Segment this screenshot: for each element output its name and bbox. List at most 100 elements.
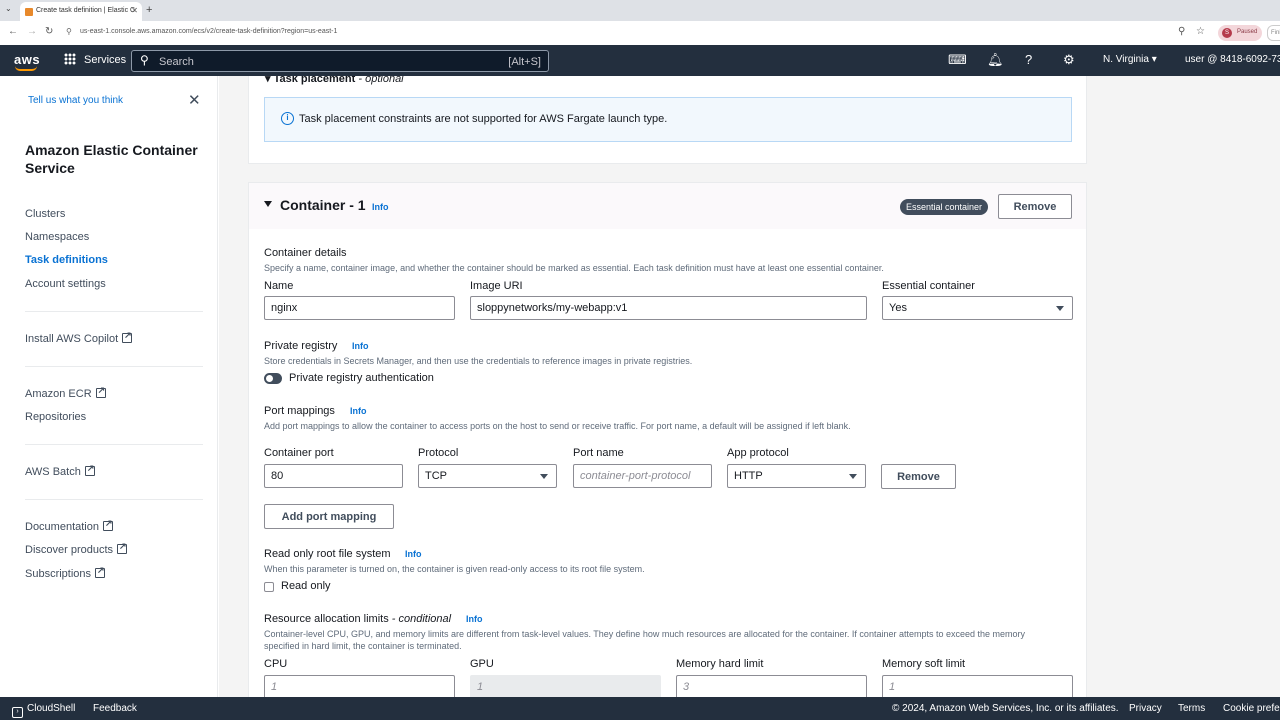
privacy-link[interactable]: Privacy [1129,703,1162,714]
port-mappings-info-link[interactable]: Info [350,406,367,416]
resource-limits-suffix: - conditional [391,613,452,625]
info-icon: i [281,112,294,125]
remove-container-button[interactable]: Remove [998,194,1072,219]
feedback-link[interactable]: Tell us what you think [28,95,123,106]
aws-favicon-icon [25,8,33,16]
close-tab-icon[interactable]: ✕ [131,6,138,15]
container-port-label: Container port [264,447,334,459]
port-name-input[interactable]: container-port-protocol [573,464,712,488]
memory-soft-limit-input[interactable]: 1 [882,675,1073,697]
add-port-mapping-button[interactable]: Add port mapping [264,504,394,529]
bookmark-star-icon[interactable]: ☆ [1196,26,1205,37]
zoom-icon[interactable]: ⚲ [1178,26,1185,37]
sidebar-item-account-settings[interactable]: Account settings [25,278,106,290]
aws-top-nav: aws Services ⚲ Search [Alt+S] ⌨ 🔔︎ ? ⚙ N… [0,45,1280,76]
forward-icon[interactable]: → [27,26,37,37]
sidebar: Tell us what you think ✕ Amazon Elastic … [0,76,218,697]
account-label: user @ 8418-6092-73 [1185,54,1280,65]
remove-port-mapping-button[interactable]: Remove [881,464,956,489]
container-info-link[interactable]: Info [372,202,389,212]
private-registry-toggle-label: Private registry authentication [289,372,434,384]
services-label: Services [84,54,127,66]
sidebar-item-namespaces[interactable]: Namespaces [25,231,89,243]
sidebar-link-documentation[interactable]: Documentation [25,518,113,533]
services-menu-button[interactable]: Services [64,53,126,66]
cloudshell-button[interactable]: › CloudShell [12,703,75,718]
name-label: Name [264,280,294,292]
container-details-label: Container details [264,247,347,259]
caret-down-icon[interactable] [264,201,272,207]
sidebar-link-install-copilot[interactable]: Install AWS Copilot [25,330,133,345]
browser-tab[interactable]: Create task definition | Elastic C ✕ [20,2,142,21]
read-only-info-link[interactable]: Info [405,549,422,559]
url-text[interactable]: us-east-1.console.aws.amazon.com/ecs/v2/… [80,28,337,35]
sidebar-divider [25,444,203,445]
memory-hard-limit-input[interactable]: 3 [676,675,867,697]
memory-soft-limit-label: Memory soft limit [882,658,966,670]
search-shortcut: [Alt+S] [508,56,541,68]
footer-feedback-link[interactable]: Feedback [93,703,137,714]
cloudshell-icon[interactable]: ⌨ [948,52,967,68]
protocol-select[interactable]: TCP [418,464,557,488]
terminal-icon: › [12,707,23,718]
new-tab-icon[interactable]: + [146,4,152,16]
name-input[interactable]: nginx [264,296,455,320]
aws-logo[interactable]: aws [14,52,40,67]
cookie-preferences-link[interactable]: Cookie preferences [1223,703,1280,714]
sidebar-item-clusters[interactable]: Clusters [25,208,65,220]
port-name-label: Port name [573,447,624,459]
sidebar-item-task-definitions[interactable]: Task definitions [25,254,108,266]
bell-icon[interactable]: 🔔︎ [987,52,1004,68]
sidebar-link-subscriptions[interactable]: Subscriptions [25,565,106,580]
cloudshell-label: CloudShell [27,703,76,714]
terms-link[interactable]: Terms [1178,703,1205,714]
private-registry-label: Private registry [264,340,338,352]
task-placement-heading[interactable]: ▾ Task placement - optional [265,76,404,85]
address-bar-row: ← → ↻ ⚲ us-east-1.console.aws.amazon.com… [0,21,1280,45]
tab-search-icon[interactable]: ⌄ [5,4,12,13]
help-icon[interactable]: ? [1025,52,1032,67]
link-label: Documentation [25,521,99,533]
read-only-checkbox[interactable] [264,582,274,592]
close-icon[interactable]: ✕ [188,91,201,109]
port-mappings-label: Port mappings [264,405,335,417]
memory-hard-limit-label: Memory hard limit [676,658,764,670]
external-link-icon [95,565,106,578]
image-uri-input[interactable]: sloppynetworks/my-webapp:v1 [470,296,867,320]
container-port-input[interactable]: 80 [264,464,403,488]
info-alert-text: Task placement constraints are not suppo… [299,113,668,125]
sidebar-link-aws-batch[interactable]: AWS Batch [25,463,95,478]
sidebar-link-repositories[interactable]: Repositories [25,411,86,423]
chevron-down-icon [540,474,548,479]
app-protocol-select[interactable]: HTTP [727,464,866,488]
sidebar-link-discover-products[interactable]: Discover products [25,541,128,556]
reload-icon[interactable]: ↻ [45,26,53,37]
search-input[interactable]: ⚲ Search [Alt+S] [131,50,549,72]
profile-paused-chip[interactable]: S Paused [1218,25,1262,41]
back-icon[interactable]: ← [8,26,18,37]
container-title[interactable]: Container - 1 [280,197,366,213]
external-link-icon [117,541,128,554]
read-only-label: Read only root file system [264,548,391,560]
gpu-input[interactable]: 1 [470,675,661,697]
tab-title: Create task definition | Elastic C [36,7,136,14]
extra-chip[interactable]: Fini [1267,25,1280,41]
sidebar-divider [25,366,203,367]
account-menu[interactable]: user @ 8418-6092-73 [1185,54,1280,65]
resource-limits-info-link[interactable]: Info [466,614,483,624]
region-selector[interactable]: N. Virginia ▾ [1103,54,1157,65]
sidebar-title[interactable]: Amazon Elastic Container Service [25,141,205,177]
cpu-input[interactable]: 1 [264,675,455,697]
sidebar-link-amazon-ecr[interactable]: Amazon ECR [25,385,106,400]
sidebar-divider [25,499,203,500]
port-mappings-description: Add port mappings to allow the container… [264,421,851,431]
link-label: Subscriptions [25,568,92,580]
sidebar-divider [25,311,203,312]
private-registry-info-link[interactable]: Info [352,341,369,351]
gear-icon[interactable]: ⚙ [1063,52,1075,68]
link-label: AWS Batch [25,466,81,478]
private-registry-toggle[interactable] [264,373,282,384]
site-info-icon[interactable]: ⚲ [66,27,72,36]
profile-status: Paused [1237,29,1258,35]
essential-container-select[interactable]: Yes [882,296,1073,320]
